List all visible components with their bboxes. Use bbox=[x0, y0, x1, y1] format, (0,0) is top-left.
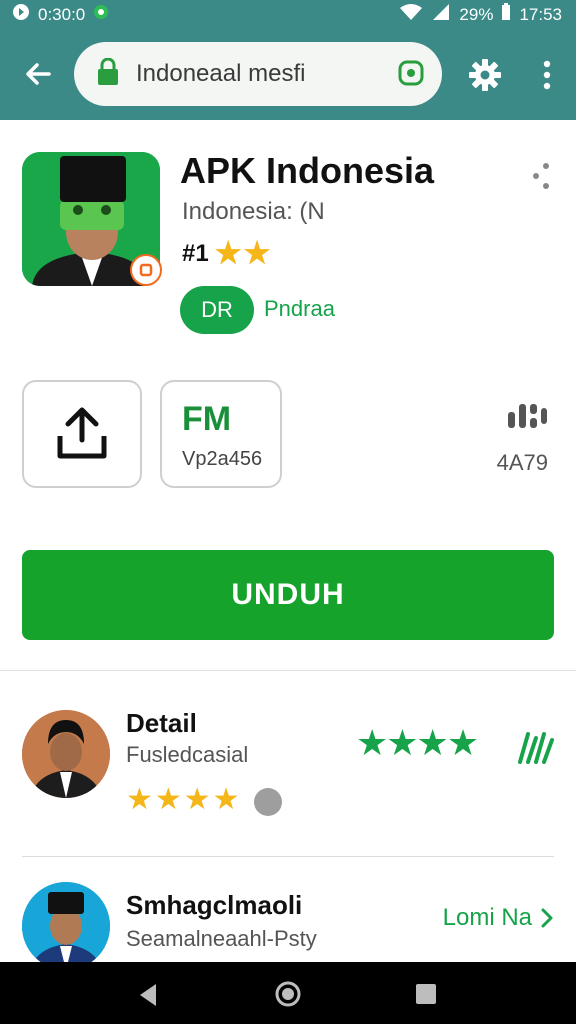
battery-icon bbox=[501, 3, 511, 26]
list-item-green-stars: ★★★★ bbox=[356, 722, 479, 763]
see-more-label: Lomi Na bbox=[442, 904, 532, 931]
rank-stars: ★★ bbox=[214, 237, 273, 270]
gear-icon bbox=[469, 59, 501, 91]
list-item-subtitle: Seamalneaahl-Psty bbox=[126, 926, 317, 951]
more-vert-icon bbox=[543, 60, 551, 90]
address-text: Indoneaal mesfi bbox=[136, 60, 306, 87]
status-time-right: 17:53 bbox=[519, 4, 562, 24]
rating-bars-icon bbox=[514, 730, 554, 769]
version-text: Vp2a456 bbox=[182, 448, 263, 470]
wifi-icon bbox=[399, 3, 423, 26]
lock-icon bbox=[96, 57, 120, 91]
app-title: APK Indonesia bbox=[180, 150, 435, 191]
see-more-link[interactable]: Lomi Na bbox=[443, 904, 554, 932]
app-badge-icon bbox=[130, 254, 162, 286]
nav-recents-icon[interactable] bbox=[414, 982, 438, 1006]
download-count: 4A79 bbox=[496, 450, 548, 475]
list-item-title: Detail bbox=[126, 708, 197, 738]
share-button[interactable] bbox=[22, 380, 142, 488]
download-button[interactable]: UNDUH bbox=[22, 550, 554, 640]
avatar[interactable] bbox=[22, 710, 110, 798]
list-item-badge-icon bbox=[254, 788, 282, 816]
status-app-icon bbox=[93, 4, 109, 25]
list-item-title: Smhagclmaoli bbox=[126, 890, 303, 920]
version-badge: FM bbox=[182, 400, 232, 438]
developer-link[interactable]: Pndraa bbox=[264, 296, 335, 322]
status-bar: 0:30:0 29% 17:53 bbox=[0, 0, 576, 28]
status-time-left: 0:30:0 bbox=[38, 4, 86, 24]
share-upload-icon bbox=[57, 407, 107, 459]
chevron-right-icon bbox=[541, 908, 553, 928]
settings-button[interactable] bbox=[464, 54, 506, 96]
system-nav-bar bbox=[0, 962, 576, 1024]
site-info-icon[interactable] bbox=[398, 60, 424, 91]
back-arrow-icon bbox=[26, 63, 51, 85]
rank-label: #1 bbox=[182, 239, 209, 267]
rank-row: #1 ★★ bbox=[182, 236, 273, 271]
section-divider bbox=[0, 670, 576, 671]
version-box[interactable]: FM Vp2a456 bbox=[160, 380, 282, 488]
signal-icon bbox=[431, 3, 451, 26]
avatar[interactable] bbox=[22, 882, 110, 970]
nav-back-icon[interactable] bbox=[136, 982, 160, 1008]
list-divider bbox=[22, 856, 554, 857]
list-item-subtitle: Fusledcasial bbox=[126, 742, 249, 767]
app-subtitle: Indonesia: (N bbox=[182, 198, 325, 225]
overflow-menu-button[interactable] bbox=[532, 54, 562, 96]
stats-icon bbox=[508, 402, 548, 435]
battery-text: 29% bbox=[459, 4, 494, 24]
status-alarm-icon bbox=[12, 3, 30, 26]
back-button[interactable] bbox=[18, 54, 58, 94]
more-options-icon[interactable] bbox=[530, 162, 554, 195]
nav-home-icon[interactable] bbox=[274, 980, 302, 1008]
rating-pill[interactable]: DR bbox=[180, 286, 254, 334]
list-item-stars: ★★★★ bbox=[126, 783, 242, 816]
